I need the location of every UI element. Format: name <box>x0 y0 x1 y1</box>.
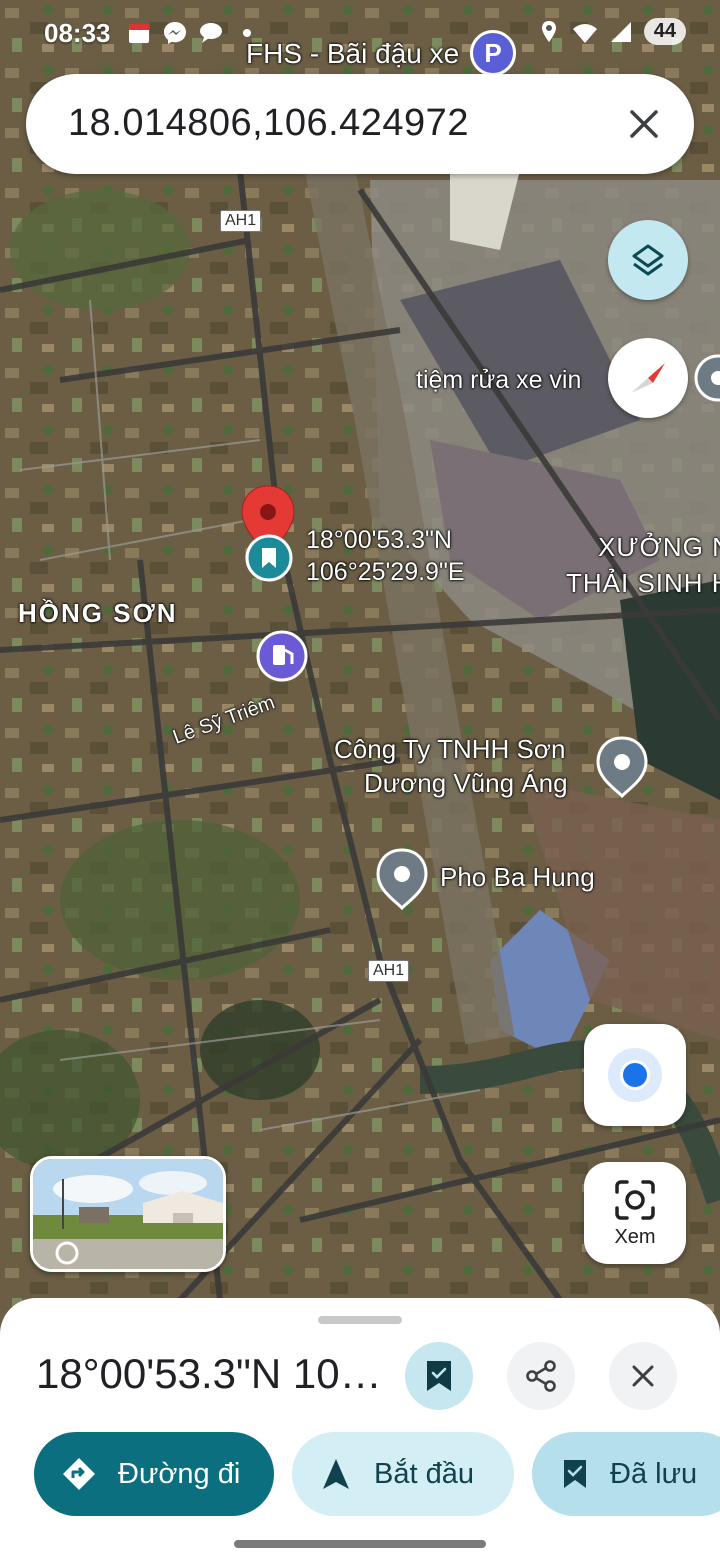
top-poi-label[interactable]: FHS - Bãi đậu xe <box>246 38 459 70</box>
my-location-button[interactable] <box>584 1024 686 1126</box>
close-icon <box>632 1365 654 1387</box>
place-label-cong-ty-line1[interactable]: Công Ty TNHH Sơn <box>334 734 565 765</box>
chat-icon <box>200 23 222 43</box>
layers-icon <box>632 244 664 276</box>
place-label-pho-ba-hung[interactable]: Pho Ba Hung <box>440 862 595 893</box>
save-button[interactable] <box>405 1342 473 1410</box>
calendar-icon <box>129 24 149 43</box>
saved-button[interactable]: Đã lưu <box>532 1432 720 1516</box>
my-location-icon <box>620 1060 650 1090</box>
signal-icon <box>610 21 631 42</box>
compass-icon <box>631 363 665 393</box>
camera-lens-icon <box>615 1180 655 1220</box>
start-button[interactable]: Bắt đầu <box>292 1432 514 1516</box>
street-view-thumbnail[interactable] <box>30 1156 226 1272</box>
close-sheet-button[interactable] <box>609 1342 677 1410</box>
directions-icon <box>63 1458 95 1490</box>
lens-button[interactable]: Xem <box>584 1162 686 1264</box>
place-label-xuong-line2[interactable]: THẢI SINH H <box>566 568 720 599</box>
bottom-sheet[interactable]: 18°00'53.3"N 106°25'29.9"E Đường đi Bắt … <box>0 1298 720 1560</box>
saved-label: Đã lưu <box>610 1457 698 1490</box>
navigation-arrow-icon <box>323 1459 349 1489</box>
layers-button[interactable] <box>608 220 688 300</box>
lens-label: Xem <box>614 1226 656 1248</box>
street-view-image <box>33 1159 223 1269</box>
place-label-hong-son[interactable]: HỒNG SƠN <box>18 598 178 629</box>
coordinate-label: 18°00'53.3"N 106°25'29.9"E <box>306 526 465 586</box>
parking-icon[interactable]: P <box>470 30 516 76</box>
location-icon <box>541 20 556 42</box>
search-bar[interactable]: 18.014806,106.424972 <box>26 74 694 174</box>
place-label-xuong-line1[interactable]: XƯỞNG N <box>598 532 720 563</box>
highway-shield: AH1 <box>220 210 262 232</box>
share-icon <box>526 1360 556 1392</box>
place-label-tiem-rua-xe[interactable]: tiệm rửa xe vin <box>416 366 581 395</box>
start-label: Bắt đầu <box>374 1457 474 1490</box>
place-title: 18°00'53.3"N 106°25'29.9"E <box>36 1350 386 1397</box>
gas-station-marker[interactable] <box>256 630 308 682</box>
bookmark-check-icon <box>564 1460 586 1488</box>
share-button[interactable] <box>507 1342 575 1410</box>
bookmark-check-icon <box>427 1361 451 1391</box>
messenger-icon <box>164 22 186 44</box>
search-input[interactable]: 18.014806,106.424972 <box>68 102 469 145</box>
highway-shield: AH1 <box>368 960 410 982</box>
status-time: 08:33 <box>44 18 111 48</box>
saved-place-marker[interactable] <box>245 534 293 582</box>
battery-indicator: 44 <box>643 18 686 45</box>
wifi-icon <box>572 23 597 43</box>
home-indicator[interactable] <box>234 1540 486 1548</box>
compass-button[interactable] <box>608 338 688 418</box>
place-label-cong-ty-line2[interactable]: Dương Vũng Áng <box>364 768 568 799</box>
directions-button[interactable]: Đường đi <box>34 1432 274 1516</box>
directions-label: Đường đi <box>118 1457 241 1490</box>
drag-handle[interactable] <box>318 1316 402 1324</box>
close-icon[interactable] <box>620 100 668 148</box>
